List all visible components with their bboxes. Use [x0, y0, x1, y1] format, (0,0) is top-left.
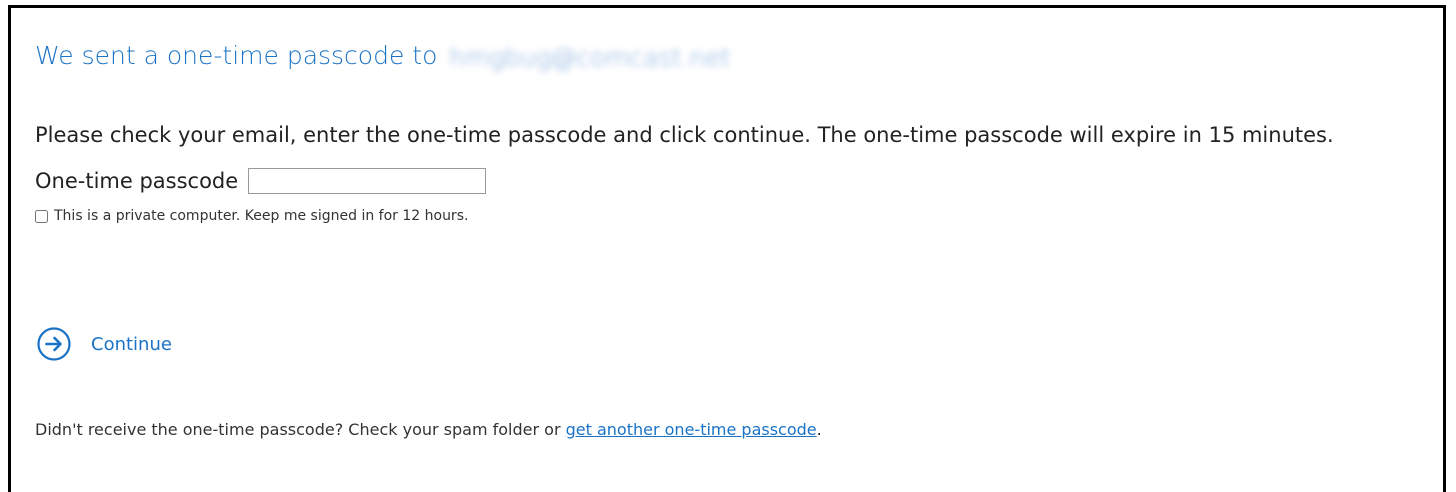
otp-label: One-time passcode	[35, 169, 239, 193]
remember-checkbox[interactable]	[35, 209, 48, 223]
resend-help-prefix: Didn't receive the one-time passcode? Ch…	[35, 420, 561, 439]
resend-help-suffix: .	[816, 420, 822, 439]
remember-row: This is a private computer. Keep me sign…	[35, 208, 468, 224]
otp-input[interactable]	[248, 168, 487, 194]
otp-row: One-time passcode	[35, 168, 487, 194]
continue-button[interactable]: Continue	[36, 326, 172, 362]
page-frame: We sent a one-time passcode to hmgbug@co…	[8, 5, 1446, 492]
instructions-text: Please check your email, enter the one-t…	[35, 123, 1334, 147]
remember-label: This is a private computer. Keep me sign…	[54, 208, 469, 224]
page-title: We sent a one-time passcode to hmgbug@co…	[35, 41, 731, 72]
recipient-email: hmgbug@comcast.net	[449, 42, 731, 72]
arrow-right-circle-icon[interactable]	[36, 326, 72, 362]
get-another-passcode-link[interactable]: get another one-time passcode	[566, 420, 817, 439]
continue-label[interactable]: Continue	[91, 334, 172, 355]
page-title-text: We sent a one-time passcode to	[35, 41, 438, 70]
resend-help-text: Didn't receive the one-time passcode? Ch…	[35, 420, 822, 439]
